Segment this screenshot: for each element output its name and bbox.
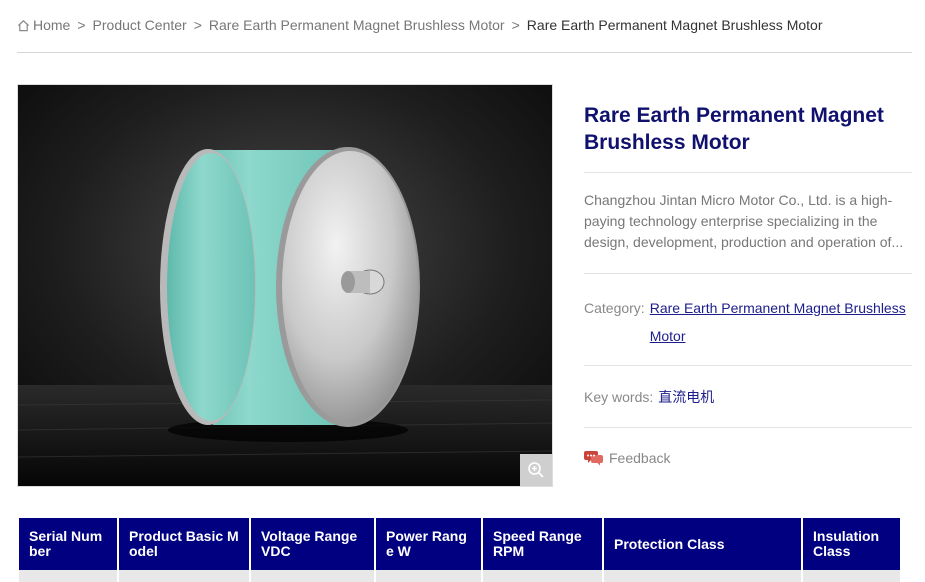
table-row xyxy=(19,570,900,582)
feedback-label: Feedback xyxy=(609,449,671,466)
breadcrumb-separator: > xyxy=(77,17,86,33)
breadcrumb-divider xyxy=(17,52,912,53)
column-header-product-model: Product Basic Model xyxy=(119,518,249,570)
breadcrumb-separator: > xyxy=(511,17,520,33)
zoom-button[interactable] xyxy=(520,454,552,486)
column-header-serial-number: Serial Number xyxy=(19,518,117,570)
category-label: Category: xyxy=(584,300,645,316)
zoom-in-icon xyxy=(528,462,544,478)
divider xyxy=(584,273,912,274)
keyword-tag[interactable]: 直流电机 xyxy=(658,383,714,411)
feedback-button[interactable]: Feedback xyxy=(584,449,670,466)
product-image[interactable] xyxy=(17,84,553,487)
breadcrumb-category[interactable]: Rare Earth Permanent Magnet Brushless Mo… xyxy=(209,17,505,33)
home-icon xyxy=(17,19,30,31)
breadcrumb-home[interactable]: Home xyxy=(33,17,70,33)
breadcrumb-separator: > xyxy=(193,17,202,33)
product-description: Changzhou Jintan Micro Motor Co., Ltd. i… xyxy=(584,192,904,250)
breadcrumb: Home > Product Center > Rare Earth Perma… xyxy=(17,15,823,35)
divider xyxy=(584,427,912,428)
product-category: Category: Rare Earth Permanent Magnet Br… xyxy=(584,294,912,350)
divider xyxy=(584,172,912,173)
motor-photo xyxy=(18,85,552,486)
column-header-insulation-class: Insulation Class xyxy=(803,518,900,570)
spec-table: Serial Number Product Basic Model Voltag… xyxy=(17,518,902,582)
product-title: Rare Earth Permanent Magnet Brushless Mo… xyxy=(584,104,884,154)
column-header-protection-class: Protection Class xyxy=(604,518,801,570)
column-header-power-range: Power Range W xyxy=(376,518,481,570)
breadcrumb-current: Rare Earth Permanent Magnet Brushless Mo… xyxy=(526,17,823,33)
keywords-label: Key words: xyxy=(584,389,654,405)
column-header-voltage-range: Voltage Range VDC xyxy=(251,518,374,570)
category-link[interactable]: Rare Earth Permanent Magnet Brushless Mo… xyxy=(650,294,912,350)
breadcrumb-product-center[interactable]: Product Center xyxy=(93,17,187,33)
column-header-speed-range: Speed Range RPM xyxy=(483,518,602,570)
feedback-chat-icon xyxy=(584,451,603,466)
product-keywords: Key words: 直流电机 xyxy=(584,383,714,411)
divider xyxy=(584,365,912,366)
